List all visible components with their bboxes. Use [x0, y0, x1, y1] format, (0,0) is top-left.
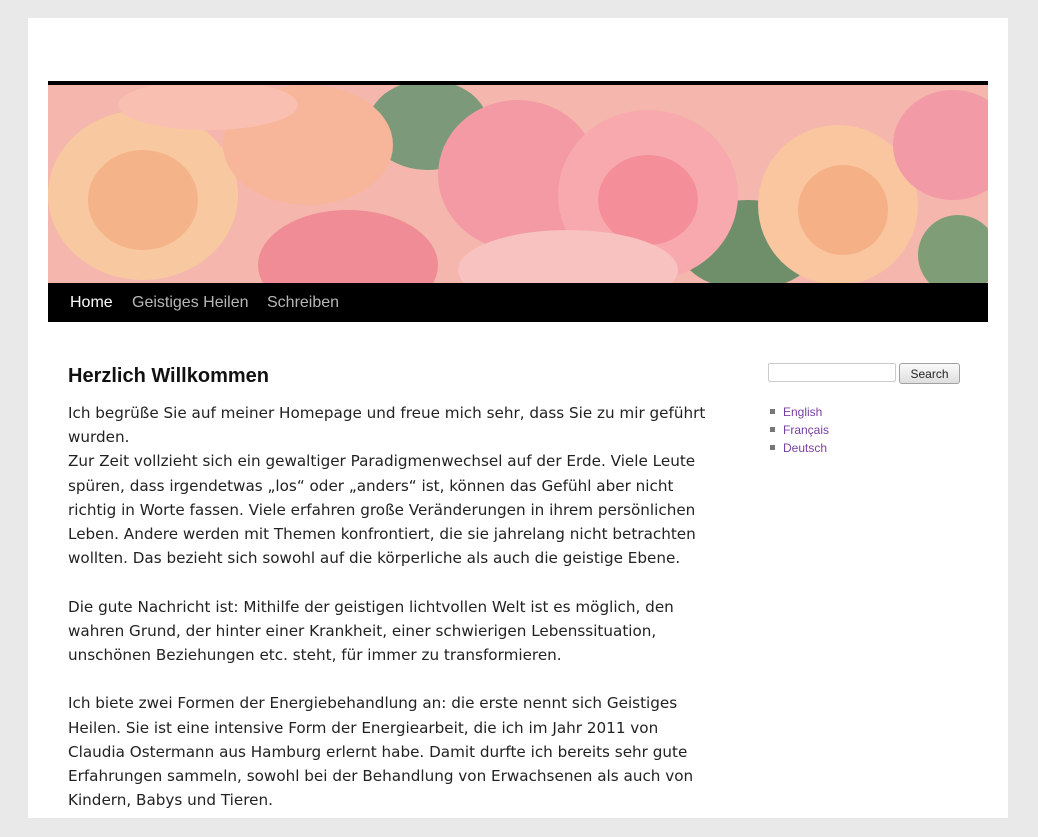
paragraph-paradigm: Zur Zeit vollzieht sich ein gewaltiger P… [68, 452, 696, 568]
bullet-icon [770, 445, 775, 450]
search-input[interactable] [768, 363, 896, 382]
paragraph-good-news: Die gute Nachricht ist: Mithilfe der gei… [68, 597, 674, 665]
paragraph-energy-treatment: Ich biete zwei Formen der Energiebehandl… [68, 694, 694, 810]
language-list: English Français Deutsch [768, 403, 829, 457]
main-navigation: Home Geistiges Heilen Schreiben [48, 283, 988, 322]
list-item: Deutsch [768, 439, 829, 457]
roses-banner-image [48, 81, 988, 287]
search-button[interactable]: Search [899, 363, 960, 384]
nav-item-geistiges-heilen[interactable]: Geistiges Heilen [132, 283, 249, 322]
main-content: Herzlich Willkommen Ich begrüße Sie auf … [68, 361, 718, 837]
paragraph-greeting: Ich begrüße Sie auf meiner Homepage und … [68, 404, 706, 447]
list-item: English [768, 403, 829, 421]
nav-item-schreiben[interactable]: Schreiben [267, 283, 339, 322]
page-container: Home Geistiges Heilen Schreiben Herzlich… [28, 18, 1008, 818]
bullet-icon [770, 409, 775, 414]
roses-icon [48, 85, 988, 283]
nav-item-home[interactable]: Home [70, 283, 113, 322]
language-link-deutsch[interactable]: Deutsch [783, 441, 827, 455]
page-title: Herzlich Willkommen [68, 365, 269, 387]
list-item: Français [768, 421, 829, 439]
language-link-francais[interactable]: Français [783, 423, 829, 437]
language-link-english[interactable]: English [783, 405, 822, 419]
article-body: Ich begrüße Sie auf meiner Homepage und … [68, 401, 718, 812]
bullet-icon [770, 427, 775, 432]
